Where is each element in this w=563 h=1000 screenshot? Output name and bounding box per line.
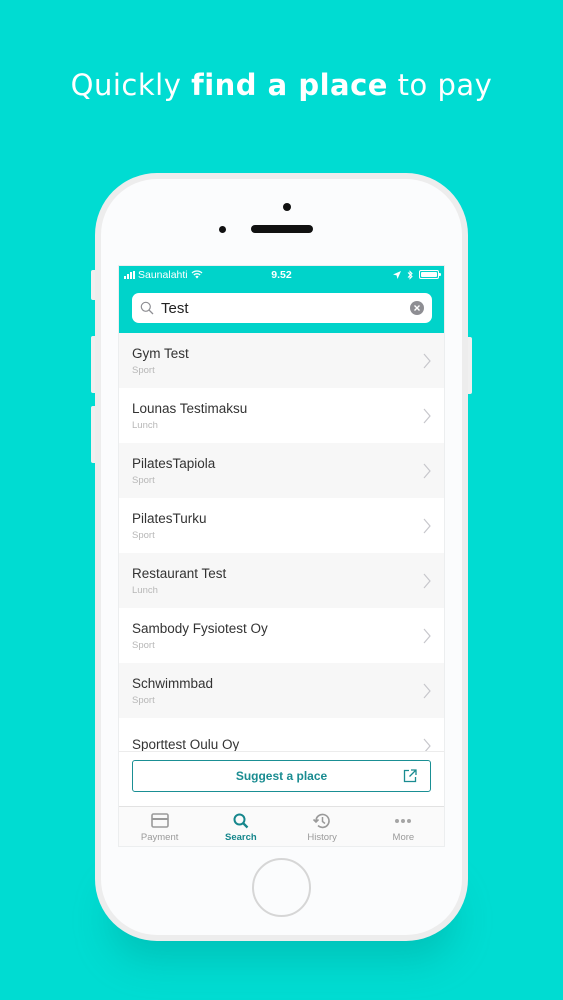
search-header: Saunalahti 9.52 (119, 266, 444, 333)
wifi-icon (191, 270, 203, 279)
search-field[interactable] (132, 293, 432, 323)
search-input[interactable] (161, 299, 410, 317)
battery-icon (419, 270, 441, 279)
app-screen: Saunalahti 9.52 Gym Test Sport Lounas Tes… (118, 265, 445, 847)
place-category: Sport (132, 365, 155, 376)
history-icon (313, 813, 330, 829)
place-category: Sport (132, 475, 155, 486)
clear-search-button[interactable] (410, 301, 424, 315)
tab-bar: Payment Search History More (119, 806, 444, 846)
search-icon (233, 813, 249, 829)
suggest-place-label: Suggest a place (235, 769, 328, 783)
chevron-right-icon (423, 738, 431, 751)
tab-payment[interactable]: Payment (119, 807, 200, 846)
headline-suffix: to pay (387, 68, 493, 102)
list-item[interactable]: PilatesTurku Sport (119, 498, 444, 553)
chevron-right-icon (423, 353, 431, 368)
tab-history[interactable]: History (282, 807, 363, 846)
chevron-right-icon (423, 628, 431, 643)
signal-icon (124, 270, 135, 279)
chevron-right-icon (423, 518, 431, 533)
list-item[interactable]: Schwimmbad Sport (119, 663, 444, 718)
clear-icon (414, 305, 420, 311)
tab-label: Search (225, 832, 257, 843)
place-name: PilatesTapiola (132, 456, 216, 471)
list-item[interactable]: Sporttest Oulu Oy (119, 718, 444, 751)
place-name: Sporttest Oulu Oy (132, 736, 240, 752)
proximity-sensor (219, 226, 226, 233)
tab-more[interactable]: More (363, 807, 444, 846)
more-icon (395, 819, 412, 823)
headline-prefix: Quickly (70, 68, 192, 102)
list-item[interactable]: Restaurant Test Lunch (119, 553, 444, 608)
card-icon (150, 813, 169, 828)
location-icon (393, 270, 401, 279)
place-category: Sport (132, 530, 155, 541)
search-icon (140, 301, 154, 315)
external-link-icon (403, 769, 417, 783)
chevron-right-icon (423, 573, 431, 588)
results-list: Gym Test Sport Lounas Testimaksu Lunch Pil… (119, 333, 444, 751)
headline-bold: find a place (191, 68, 388, 102)
front-camera (283, 203, 291, 211)
home-button[interactable] (252, 858, 311, 917)
list-item[interactable]: Sambody Fysiotest Oy Sport (119, 608, 444, 663)
suggest-area: Suggest a place (119, 751, 444, 806)
place-name: Lounas Testimaksu (132, 401, 248, 416)
chevron-right-icon (423, 683, 431, 698)
bluetooth-icon (407, 269, 413, 280)
tab-search[interactable]: Search (200, 807, 281, 846)
place-category: Sport (132, 695, 155, 706)
place-category: Lunch (132, 585, 158, 596)
list-item[interactable]: Lounas Testimaksu Lunch (119, 388, 444, 443)
place-name: Restaurant Test (132, 566, 227, 581)
carrier-name: Saunalahti (138, 268, 188, 281)
place-name: PilatesTurku (132, 511, 207, 526)
chevron-right-icon (423, 408, 431, 423)
status-bar: Saunalahti 9.52 (119, 266, 444, 283)
tab-label: Payment (140, 832, 179, 843)
place-category: Lunch (132, 420, 158, 431)
place-name: Gym Test (132, 346, 189, 361)
tab-label: History (307, 832, 337, 843)
headline: Quickly find a place to pay (0, 68, 563, 102)
tab-label: More (392, 832, 415, 843)
place-name: Sambody Fysiotest Oy (132, 621, 268, 636)
list-item[interactable]: PilatesTapiola Sport (119, 443, 444, 498)
chevron-right-icon (423, 463, 431, 478)
earpiece-speaker (251, 225, 313, 233)
place-name: Schwimmbad (132, 676, 214, 691)
list-item[interactable]: Gym Test Sport (119, 333, 444, 388)
place-category: Sport (132, 640, 155, 651)
suggest-place-button[interactable]: Suggest a place (132, 760, 431, 792)
